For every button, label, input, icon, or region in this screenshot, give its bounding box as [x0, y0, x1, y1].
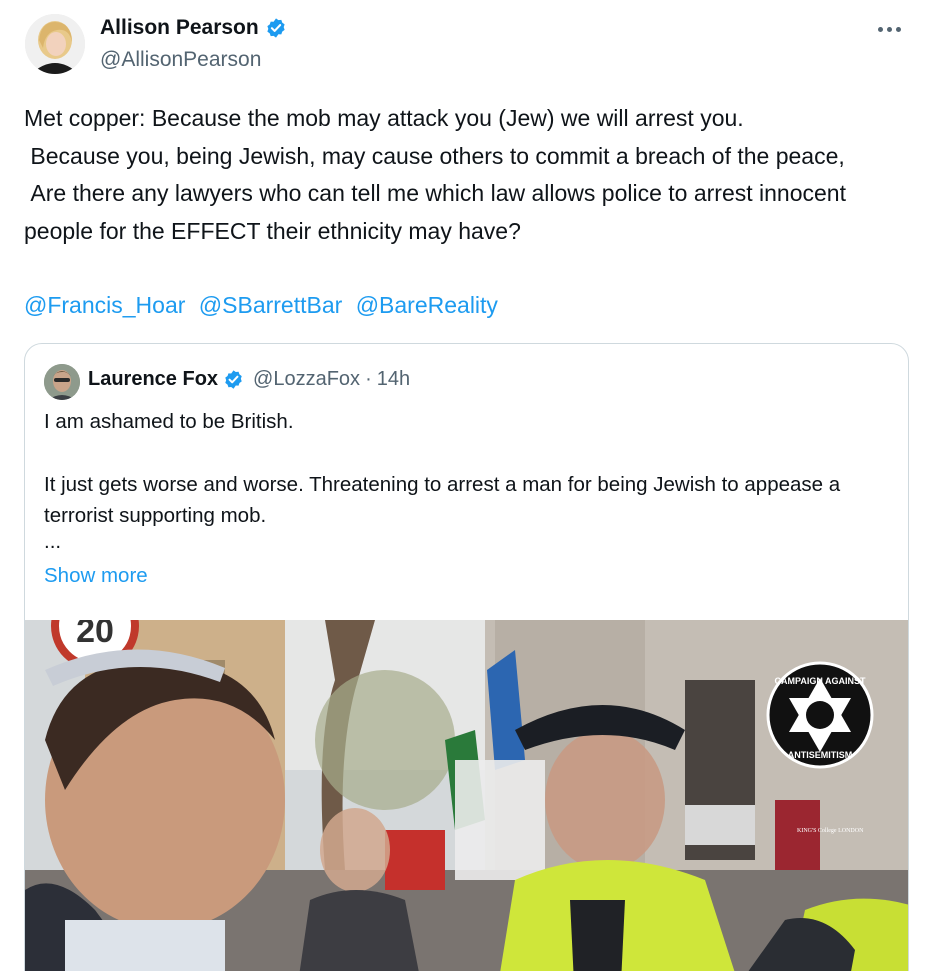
quoted-text-line: I am ashamed to be British.: [44, 410, 294, 433]
show-more-link[interactable]: Show more: [44, 564, 148, 588]
quoted-tweet-header: Laurence Fox @LozzaFox · 14h: [88, 368, 410, 391]
more-options-icon[interactable]: [878, 24, 904, 34]
quoted-tweet-time[interactable]: 14h: [377, 368, 410, 391]
quoted-author-avatar[interactable]: [44, 364, 80, 400]
verified-badge-icon: [267, 18, 285, 38]
author-name-text[interactable]: Allison Pearson: [100, 16, 259, 40]
author-avatar[interactable]: [25, 14, 85, 74]
author-handle[interactable]: @AllisonPearson: [100, 48, 261, 72]
quoted-tweet-card[interactable]: Laurence Fox @LozzaFox · 14h I am ashame…: [24, 343, 909, 971]
quoted-text-line: It just gets worse and worse. Threatenin…: [44, 473, 841, 527]
quoted-text-ellipsis: ...: [44, 530, 62, 553]
quoted-author-name[interactable]: Laurence Fox: [88, 368, 218, 391]
tweet: Allison Pearson @AllisonPearson Met copp…: [0, 0, 938, 971]
speed-sign-text: 20: [76, 620, 114, 650]
badge-top-text: CAMPAIGN AGAINST: [775, 676, 867, 686]
tweet-mentions: @Francis_Hoar @SBarrettBar @BareReality: [24, 287, 505, 324]
author-avatar-image: [25, 14, 85, 74]
quoted-tweet-media[interactable]: 20 CAMPAIGN AGAINST ANTISEMITISM KING'S …: [25, 620, 908, 971]
badge-bottom-text: ANTISEMITISM: [788, 750, 853, 760]
shop-sign-text: KING'S College LONDON: [797, 828, 864, 834]
protest-photo: 20 CAMPAIGN AGAINST ANTISEMITISM KING'S …: [25, 620, 908, 971]
mention-link[interactable]: @BareReality: [356, 292, 498, 318]
quoted-tweet-text: I am ashamed to be British. It just gets…: [44, 406, 894, 553]
separator-dot: ·: [365, 368, 372, 390]
mention-link[interactable]: @Francis_Hoar: [24, 292, 185, 318]
verified-badge-icon: [225, 370, 242, 389]
quoted-author-avatar-image: [44, 364, 80, 400]
tweet-text: Met copper: Because the mob may attack y…: [24, 105, 846, 244]
quoted-author-handle[interactable]: @LozzaFox: [253, 368, 360, 391]
mention-link[interactable]: @SBarrettBar: [199, 292, 343, 318]
author-name[interactable]: Allison Pearson: [100, 16, 287, 40]
